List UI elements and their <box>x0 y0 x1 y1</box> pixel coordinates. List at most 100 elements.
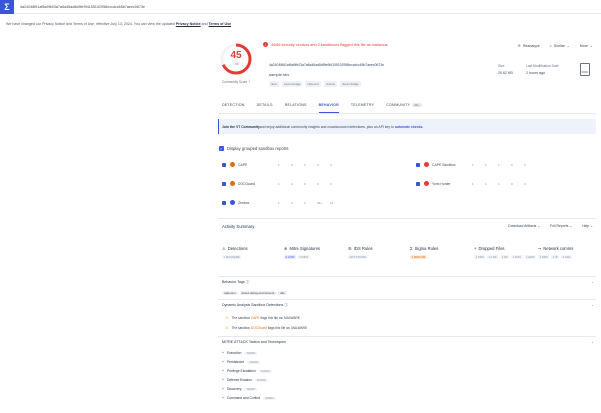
sandbox-stat: 2 <box>291 181 293 186</box>
summary-pill: NOT FOUND <box>348 255 368 259</box>
behavior-tag[interactable]: detect-debug-environment <box>239 291 277 295</box>
sandbox-link[interactable]: DOCGuard <box>251 326 267 330</box>
sandbox-link[interactable]: CAPE <box>251 316 260 320</box>
mitre-tactic[interactable]: + Privilege Escalation TA0004 <box>222 369 272 373</box>
file-tag[interactable]: via-tor-bridge <box>281 81 303 87</box>
file-tag[interactable]: docx <box>269 81 279 87</box>
sandbox-detection-row: ⚠ The sandbox CAPE flags this file as: M… <box>225 315 300 320</box>
chevron-down-icon[interactable]: ⌄ <box>591 340 594 344</box>
file-tag[interactable]: calls-wmi <box>305 81 321 87</box>
more-button[interactable]: More ⌄ <box>580 44 593 48</box>
sandbox-cape-icon <box>230 162 235 167</box>
sandbox-row[interactable]: CAPE 1 0 0 0 0 <box>222 162 343 167</box>
virustotal-logo[interactable]: Σ <box>0 0 14 14</box>
summary-pill: 1 INI <box>500 255 510 259</box>
tab-community[interactable]: COMMUNITY 99+ <box>386 103 422 113</box>
sandbox-stat: 0 <box>511 162 513 167</box>
search-input[interactable]: 4a24048f61af6a9fb03a7a6a46ad8d5fe9f41551… <box>20 5 145 9</box>
join-community-link[interactable]: Join the VT Community <box>222 125 260 129</box>
section-divider <box>218 336 596 337</box>
automate-checks-link[interactable]: automate checks. <box>395 125 423 129</box>
activity-summary: ⚠ Detections 1 MALWARE ⊕ Mitre Signatures … <box>222 246 594 274</box>
activity-actions: Download Artifacts ⌄ Full Reports ⌄ Help… <box>508 224 593 228</box>
tab-relations[interactable]: RELATIONS <box>285 103 307 113</box>
checkbox-checked-icon[interactable]: ✓ <box>219 146 224 151</box>
download-artifacts-button[interactable]: Download Artifacts ⌄ <box>508 224 540 228</box>
mitre-tactic[interactable]: + Discovery TA0007 <box>222 387 258 391</box>
tab-detection[interactable]: DETECTION <box>222 103 245 113</box>
checkbox-checked-icon[interactable] <box>222 200 226 205</box>
reanalyze-button[interactable]: ⟳ Reanalyze <box>518 44 540 48</box>
summary-network-comms[interactable]: ⤳ Network comms 1 DNS 1 IP 2 URL <box>538 246 600 259</box>
help-button[interactable]: Help ⌄ <box>582 224 593 228</box>
mitre-tactic[interactable]: + Persistence TA0003 <box>222 360 261 364</box>
chevron-down-icon: ⌄ <box>537 224 541 228</box>
sandbox-row[interactable]: Zenbox 1 4 0 99+ 14 <box>222 200 343 205</box>
display-grouped-toggle[interactable]: ✓ Display grouped sandbox reports <box>219 146 288 151</box>
similar-button[interactable]: ≈ Similar ⌄ <box>550 44 570 48</box>
checkbox-checked-icon[interactable] <box>222 162 226 167</box>
sandbox-stat: 1 <box>278 181 280 186</box>
tab-behavior[interactable]: BEHAVIOR <box>318 103 339 113</box>
sandbox-stat: 0 <box>511 181 513 186</box>
summary-dropped-files[interactable]: + Dropped Files 1 PNG 1 LNK 1 INI 1 DOC 1… <box>474 246 536 259</box>
sigma-icon: Σ <box>410 246 413 251</box>
help-icon[interactable]: ? <box>248 80 250 84</box>
summary-pill: 1 INFO <box>297 255 310 259</box>
similar-icon: ≈ <box>549 44 552 48</box>
sandbox-stat: 0 <box>330 181 332 186</box>
score-total: / 66 <box>233 62 239 66</box>
checkbox-checked-icon[interactable] <box>416 181 420 186</box>
sandbox-stat: 0 <box>291 162 293 167</box>
sandbox-stat: 1 <box>485 162 487 167</box>
summary-pill: 1 EMF <box>524 255 536 259</box>
mitre-attack-section[interactable]: MITRE ATT&CK Tactics and Techniques ⌄ <box>222 340 594 344</box>
chevron-down-icon[interactable]: ⌄ <box>591 303 594 307</box>
tactic-id: TA0011 <box>263 396 276 400</box>
summary-pill: 1 MEDIUM <box>410 255 427 259</box>
summary-pill: 1 PNG <box>474 255 486 259</box>
chevron-down-icon[interactable]: ⌄ <box>591 280 594 284</box>
summary-sigma-rules[interactable]: Σ Sigma Rules 1 MEDIUM <box>410 246 472 259</box>
alert-icon: ! <box>263 42 268 47</box>
mitre-tactic[interactable]: + Execution TA0002 <box>222 351 258 355</box>
sandbox-stat: 0 <box>317 162 319 167</box>
summary-detections[interactable]: ⚠ Detections 1 MALWARE <box>222 246 284 259</box>
file-tag[interactable]: via-tor-bridge <box>340 81 361 87</box>
behavior-tag[interactable]: calls-wmi <box>222 291 238 295</box>
plus-icon: + <box>222 369 224 373</box>
mitre-tactic[interactable]: + Defense Evasion TA0005 <box>222 378 268 382</box>
section-divider <box>218 299 596 300</box>
dynamic-analysis-section[interactable]: Dynamic Analysis Sandbox Detections ⓘ ⌄ <box>222 303 594 308</box>
summary-ids-rules[interactable]: ☰ IDS Rules NOT FOUND <box>348 246 410 259</box>
sandbox-docguard-icon <box>230 181 235 186</box>
top-bar: Σ 4a24048f61af6a9fb03a7a6a46ad8d5fe9f415… <box>0 0 601 14</box>
full-reports-button[interactable]: Full Reports ⌄ <box>550 224 572 228</box>
terms-of-use-link[interactable]: Terms of Use <box>209 22 232 26</box>
checkbox-checked-icon[interactable] <box>416 162 420 167</box>
info-icon: ⓘ <box>245 280 250 284</box>
sandbox-row[interactable]: DOCGuard 1 2 0 0 0 <box>222 181 343 186</box>
behavior-tag[interactable]: idle <box>278 291 287 295</box>
tab-details[interactable]: DETAILS <box>257 103 273 113</box>
summary-pill: 2 URL <box>561 255 573 259</box>
detection-score: 45 / 66 <box>219 42 253 76</box>
file-hash[interactable]: 4a24048f61af6a9fb03a7a6a46ad8d5fe9f41551… <box>269 63 384 67</box>
sandbox-stat: 1 <box>485 181 487 186</box>
sandbox-stat: 1 <box>472 162 474 167</box>
sandbox-detection-row: ⚠ The sandbox DOCGuard flags this file a… <box>225 325 308 330</box>
plus-icon: + <box>222 387 224 391</box>
tab-telemetry[interactable]: TELEMETRY <box>351 103 374 113</box>
sandbox-stat: 1 <box>278 200 280 205</box>
refresh-icon: ⟳ <box>517 44 521 48</box>
sandbox-stat: 0 <box>317 181 319 186</box>
sandbox-row[interactable]: Yomi Hunter 1 1 1 0 0 <box>416 181 537 186</box>
checkbox-checked-icon[interactable] <box>222 181 226 186</box>
sandbox-row[interactable]: CAPE Sandbox 1 1 1 0 0 <box>416 162 537 167</box>
privacy-notice-link[interactable]: Privacy Notice <box>176 22 201 26</box>
behavior-tags-section[interactable]: Behavior Tags ⓘ ⌄ calls-wmi detect-debug… <box>222 280 594 295</box>
tactic-id: TA0004 <box>258 369 272 373</box>
mitre-tactic[interactable]: + Command and Control TA0011 <box>222 396 276 400</box>
file-tag[interactable]: macros <box>323 81 338 87</box>
summary-mitre-signatures[interactable]: ⊕ Mitre Signatures 2 LOW 1 INFO <box>284 246 346 259</box>
